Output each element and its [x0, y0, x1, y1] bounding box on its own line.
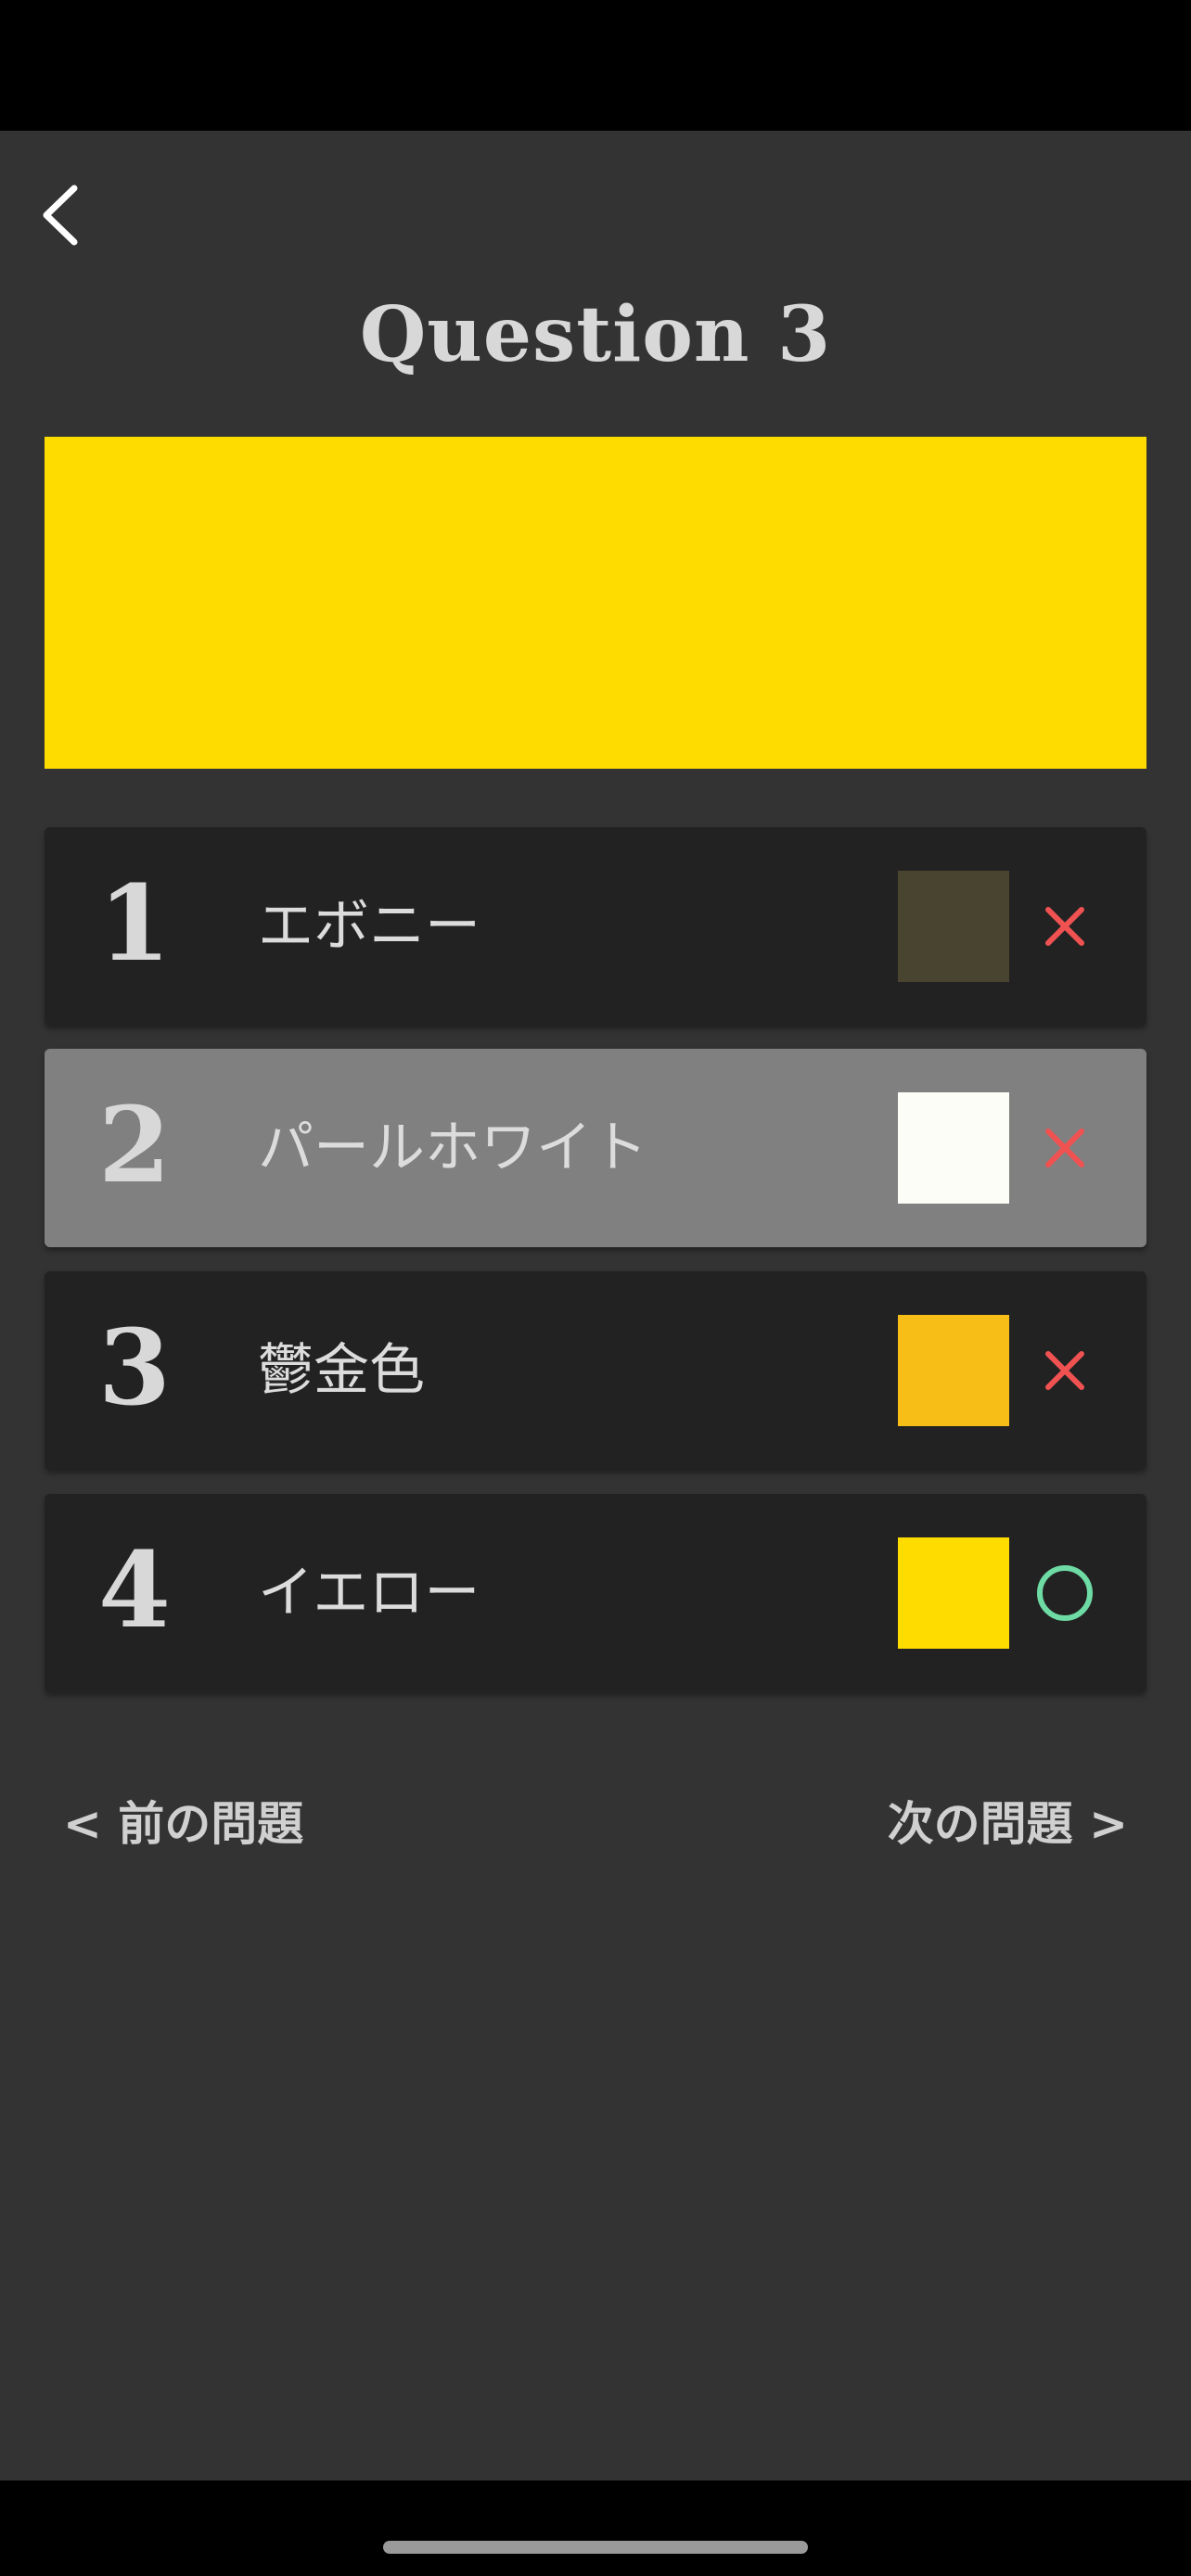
chevron-left-icon	[43, 185, 78, 246]
back-button[interactable]	[28, 175, 96, 255]
quiz-screen: Question 3 1 エボニー 2 パールホワイト 3 鬱金色 4 イエロー	[0, 131, 1191, 2480]
next-question-button[interactable]: 次の問題 >	[888, 1787, 1128, 1861]
cross-icon	[1045, 1129, 1084, 1167]
previous-question-button[interactable]: < 前の問題	[63, 1787, 303, 1861]
status-bar	[0, 0, 1191, 131]
option-color-swatch	[898, 1537, 1009, 1649]
answer-option-2[interactable]: 2 パールホワイト	[45, 1049, 1146, 1247]
answer-option-4[interactable]: 4 イエロー	[45, 1494, 1146, 1692]
target-color-swatch	[45, 437, 1146, 769]
option-number: 1	[98, 863, 171, 985]
option-color-swatch	[898, 1092, 1009, 1204]
answer-option-1[interactable]: 1 エボニー	[45, 827, 1146, 1026]
cross-icon	[1045, 907, 1084, 946]
option-label: エボニー	[258, 894, 480, 959]
cross-icon	[1045, 1351, 1084, 1390]
home-indicator[interactable]	[383, 2541, 808, 2554]
option-number: 4	[98, 1530, 171, 1651]
option-color-swatch	[898, 871, 1009, 982]
option-number: 3	[98, 1307, 171, 1429]
option-label: イエロー	[258, 1561, 480, 1626]
option-label: パールホワイト	[258, 1116, 647, 1180]
option-label: 鬱金色	[258, 1338, 425, 1403]
option-number: 2	[98, 1085, 171, 1206]
option-color-swatch	[898, 1315, 1009, 1426]
circle-icon	[1037, 1565, 1093, 1621]
page-title: Question 3	[359, 290, 832, 379]
navigation-bar	[0, 2480, 1191, 2576]
answer-option-3[interactable]: 3 鬱金色	[45, 1271, 1146, 1470]
